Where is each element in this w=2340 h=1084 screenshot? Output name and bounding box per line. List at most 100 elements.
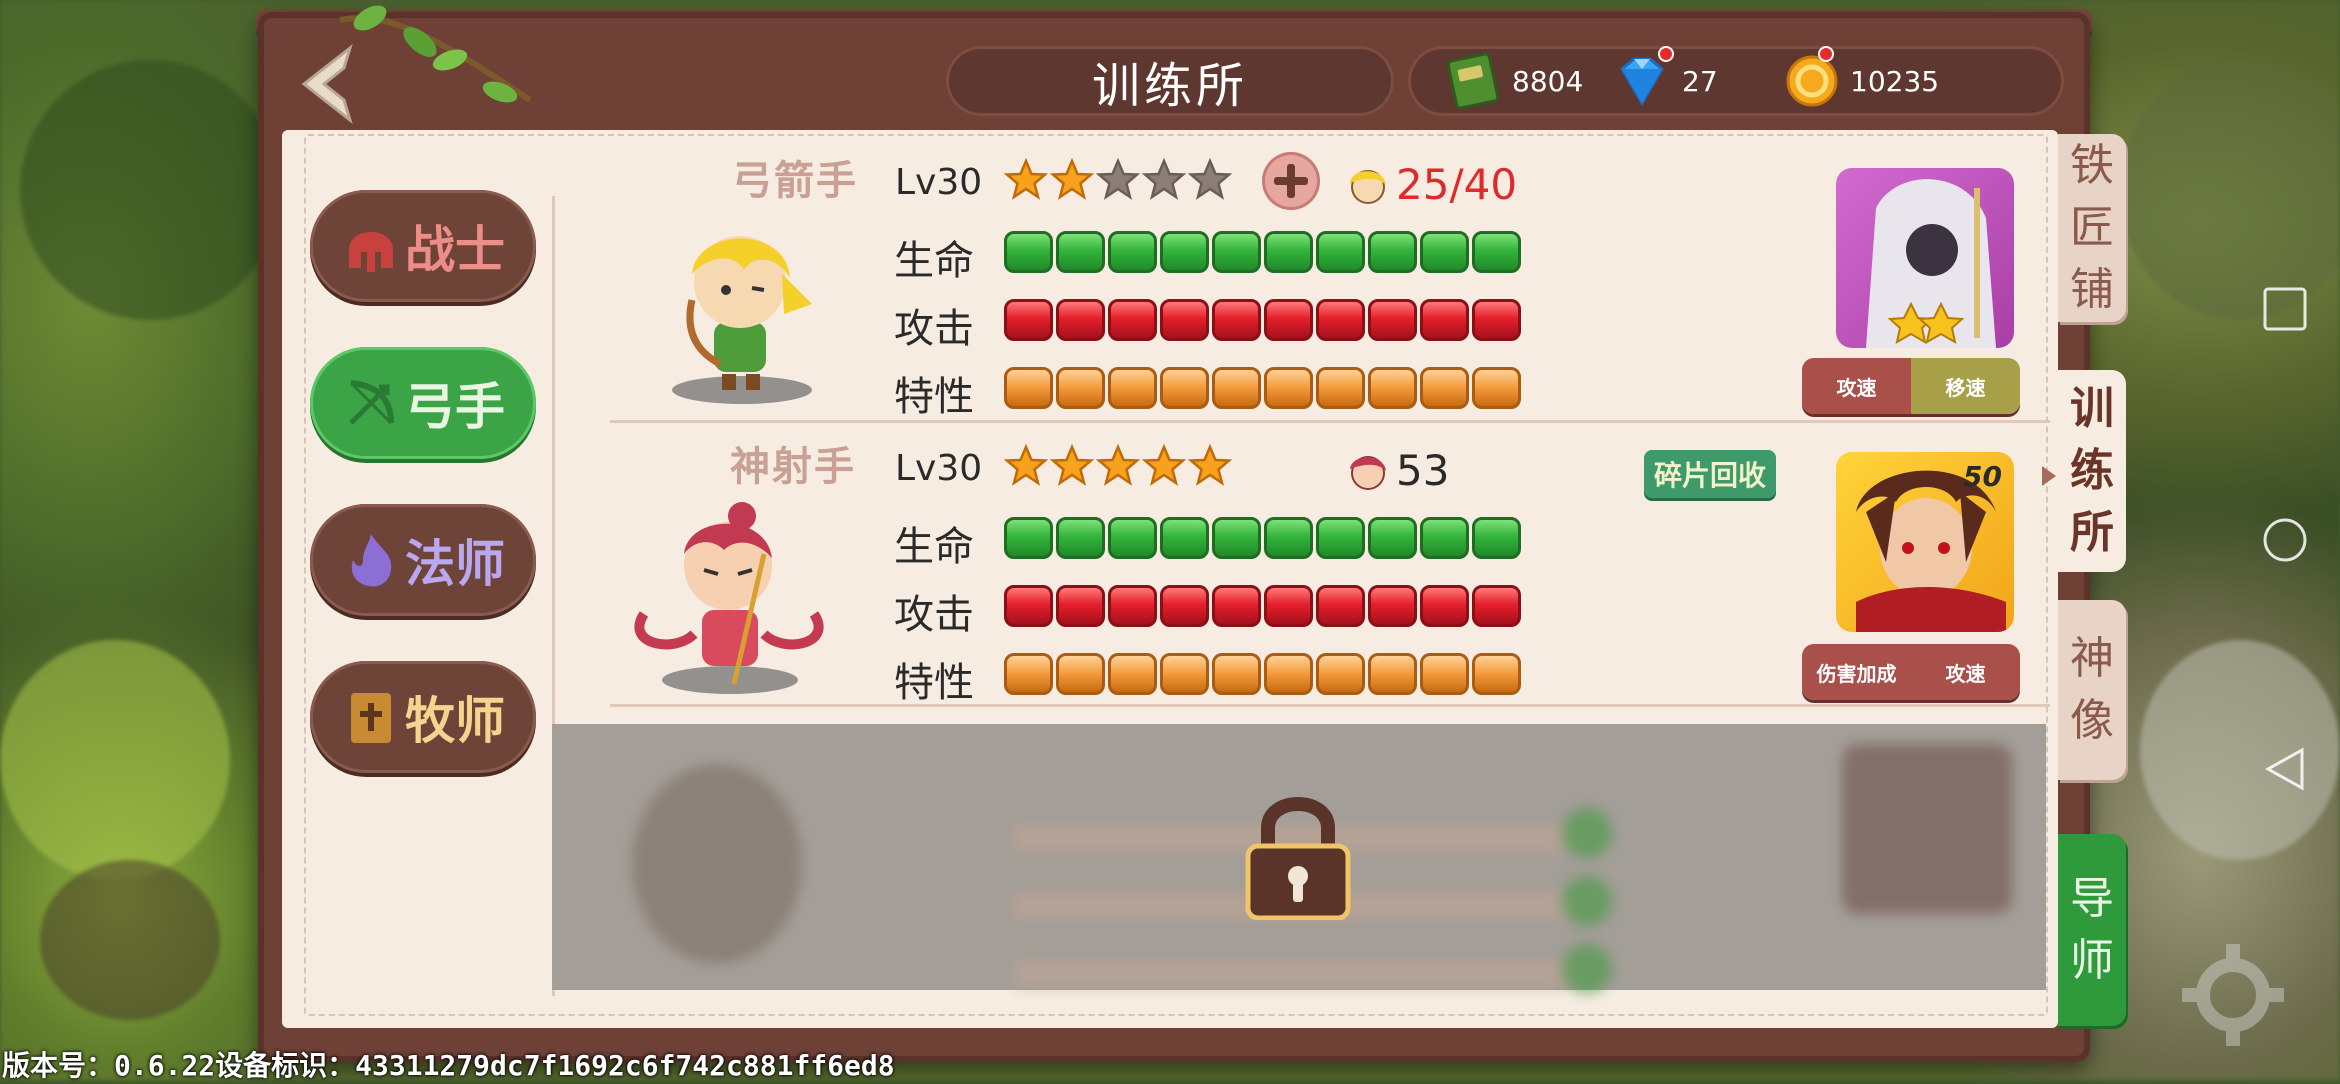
hero-name: 弓箭手 bbox=[732, 158, 858, 204]
star-filled-icon bbox=[1004, 444, 1048, 486]
stat-pip bbox=[1212, 653, 1261, 695]
version-info: 版本号：0.6.22设备标识：43311279dc7f1692c6f742c88… bbox=[2, 1049, 895, 1082]
stat-pip bbox=[1004, 517, 1053, 559]
hero-fragment-count: 53 bbox=[1342, 446, 1449, 495]
star-filled-icon bbox=[1096, 444, 1140, 486]
stat-pip bbox=[1108, 653, 1157, 695]
back-button[interactable] bbox=[290, 40, 370, 130]
stat-pip bbox=[1160, 299, 1209, 341]
resource-bar: 8804 27 10235 bbox=[1408, 46, 2064, 116]
stat-label-hp: 生命 bbox=[894, 238, 974, 284]
stat-pip bbox=[1004, 299, 1053, 341]
stat-pip bbox=[1056, 653, 1105, 695]
locked-plus-icon bbox=[1562, 944, 1612, 994]
tutor-portrait-art bbox=[1866, 179, 1996, 348]
stat-bar-hp bbox=[1004, 231, 1521, 273]
stat-pip bbox=[1316, 653, 1365, 695]
back-triangle-icon[interactable] bbox=[2262, 746, 2308, 792]
resource-gold[interactable]: 10235 bbox=[1784, 46, 1939, 116]
stat-pip bbox=[1004, 367, 1053, 409]
home-circle-icon[interactable] bbox=[2262, 517, 2308, 563]
side-tab-mentor[interactable]: 导 师 bbox=[2058, 834, 2126, 1026]
stat-pip bbox=[1004, 585, 1053, 627]
holy-book-icon bbox=[351, 693, 391, 743]
row-separator bbox=[610, 420, 2050, 423]
star-filled-icon bbox=[1004, 158, 1048, 200]
class-tab-priest[interactable]: 牧师 bbox=[310, 661, 536, 773]
stat-label-trait: 特性 bbox=[894, 374, 974, 420]
stat-pip bbox=[1368, 299, 1417, 341]
stat-pip bbox=[1108, 517, 1157, 559]
stat-pip bbox=[1472, 653, 1521, 695]
resource-book[interactable]: 8804 bbox=[1444, 46, 1583, 116]
stat-bar-hp bbox=[1004, 517, 1521, 559]
tutor-portrait-slot[interactable]: 50 bbox=[1836, 452, 2014, 632]
side-tab-training[interactable]: 训 练 所 bbox=[2058, 370, 2126, 572]
archer-character-art[interactable] bbox=[652, 204, 828, 404]
active-tab-indicator-icon bbox=[2042, 466, 2056, 486]
settings-gear-icon[interactable] bbox=[2178, 940, 2288, 1050]
side-tab-blacksmith[interactable]: 铁 匠 铺 bbox=[2058, 134, 2126, 322]
class-label-mage: 法师 bbox=[405, 535, 505, 593]
diamond-icon bbox=[1620, 57, 1664, 106]
hero-level: Lv30 bbox=[895, 448, 983, 489]
stat-bar-trait bbox=[1004, 367, 1521, 409]
stat-pip bbox=[1108, 585, 1157, 627]
stat-pip bbox=[1212, 517, 1261, 559]
side-tab-char: 铺 bbox=[2070, 264, 2114, 315]
hero-name: 神射手 bbox=[730, 444, 856, 490]
marksman-fragment-icon bbox=[1350, 455, 1386, 490]
skill-label: 移速 bbox=[1911, 358, 2020, 414]
stat-pip bbox=[1368, 585, 1417, 627]
side-tab-char: 所 bbox=[2070, 507, 2114, 558]
skill-label: 攻速 bbox=[1802, 358, 1911, 414]
stat-pip bbox=[1420, 231, 1469, 273]
stat-pip bbox=[1160, 367, 1209, 409]
locked-tutor-slot bbox=[1842, 744, 2012, 914]
tutor-portrait-slot[interactable] bbox=[1836, 168, 2014, 348]
padlock-icon[interactable] bbox=[1238, 790, 1358, 920]
hero-star-rating bbox=[1004, 444, 1232, 488]
stat-pip bbox=[1004, 231, 1053, 273]
stat-pip bbox=[1316, 299, 1365, 341]
star-upgrade-plus-button[interactable] bbox=[1262, 152, 1320, 210]
hero-fragment-count: 25/40 bbox=[1342, 160, 1517, 209]
archer-fragment-icon bbox=[1350, 169, 1386, 204]
stat-pip bbox=[1420, 517, 1469, 559]
stat-bar-attack bbox=[1004, 299, 1521, 341]
stat-pip bbox=[1472, 367, 1521, 409]
side-tab-char: 像 bbox=[2070, 695, 2114, 746]
stat-pip bbox=[1056, 231, 1105, 273]
class-tab-warrior[interactable]: 战士 bbox=[310, 190, 536, 302]
star-filled-icon bbox=[1050, 158, 1094, 200]
star-empty-icon bbox=[1188, 158, 1232, 200]
page-title-plate: 训练所 bbox=[946, 46, 1394, 116]
stat-pip bbox=[1368, 653, 1417, 695]
book-count: 8804 bbox=[1512, 64, 1584, 98]
recents-square-icon[interactable] bbox=[2262, 286, 2308, 332]
stat-bar-attack bbox=[1004, 585, 1521, 627]
skill-label: 攻速 bbox=[1911, 644, 2020, 700]
side-tab-char: 匠 bbox=[2070, 202, 2114, 253]
locked-plus-icon bbox=[1562, 808, 1612, 858]
class-tab-mage[interactable]: 法师 bbox=[310, 504, 536, 616]
stat-pip bbox=[1368, 367, 1417, 409]
hero-level: Lv30 bbox=[895, 162, 983, 203]
stat-label-attack: 攻击 bbox=[894, 306, 974, 352]
stat-pip bbox=[1472, 299, 1521, 341]
class-tab-archer[interactable]: 弓手 bbox=[310, 347, 536, 459]
class-label-archer: 弓手 bbox=[405, 378, 505, 436]
class-label-priest: 牧师 bbox=[405, 692, 505, 750]
stat-pip bbox=[1316, 517, 1365, 559]
stat-label-trait: 特性 bbox=[894, 660, 974, 706]
stat-pip bbox=[1264, 299, 1313, 341]
fragment-recycle-button[interactable]: 碎片回收 bbox=[1644, 450, 1777, 498]
star-filled-icon bbox=[1188, 444, 1232, 486]
stat-pip bbox=[1264, 585, 1313, 627]
fragment-count: 53 bbox=[1396, 446, 1450, 495]
stat-pip bbox=[1472, 231, 1521, 273]
stat-pip bbox=[1264, 517, 1313, 559]
side-tab-statue[interactable]: 神 像 bbox=[2058, 600, 2126, 780]
marksman-character-art[interactable] bbox=[624, 494, 834, 694]
stat-pip bbox=[1160, 517, 1209, 559]
